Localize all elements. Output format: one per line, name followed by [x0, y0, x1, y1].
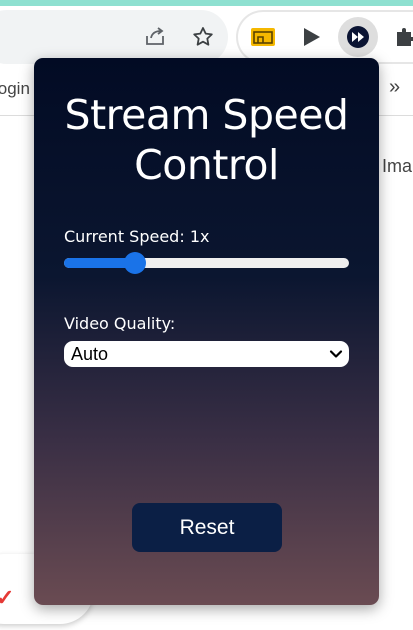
current-speed-label: Current Speed: 1x — [64, 227, 210, 246]
bookmark-item[interactable]: login — [0, 79, 30, 99]
puzzle-icon — [397, 28, 413, 46]
bookmark-star-button[interactable] — [186, 20, 220, 54]
popup-title: Stream Speed Control — [64, 91, 349, 189]
window-top-strip — [0, 0, 413, 6]
folder-icon — [251, 28, 275, 46]
speed-slider[interactable] — [64, 252, 349, 274]
video-quality-selected-value: Auto — [71, 344, 109, 364]
chevron-down-icon — [329, 350, 343, 358]
stream-speed-extension-button[interactable] — [338, 17, 378, 57]
share-button[interactable] — [138, 20, 172, 54]
extensions-menu-button[interactable] — [388, 20, 413, 54]
video-quality-label: Video Quality: — [64, 314, 176, 333]
share-icon — [146, 27, 164, 45]
more-bookmarks-chevron-icon[interactable]: » — [389, 76, 400, 99]
folder-extension-button[interactable] — [246, 20, 280, 54]
video-quality-select[interactable]: Auto — [64, 341, 349, 367]
check-icon: ✓ — [0, 585, 15, 610]
fast-forward-icon — [347, 26, 369, 48]
play-extension-button[interactable] — [294, 20, 328, 54]
extension-popup: Stream Speed Control Current Speed: 1x Vi… — [34, 58, 379, 605]
page-background-text: Ima — [382, 156, 413, 176]
browser-window: login » Ima ✓ Stream SpeedControl Curren… — [0, 0, 413, 630]
play-icon — [304, 28, 320, 46]
reset-button[interactable]: Reset — [132, 503, 282, 552]
slider-thumb[interactable] — [124, 252, 146, 274]
star-icon — [193, 27, 213, 46]
